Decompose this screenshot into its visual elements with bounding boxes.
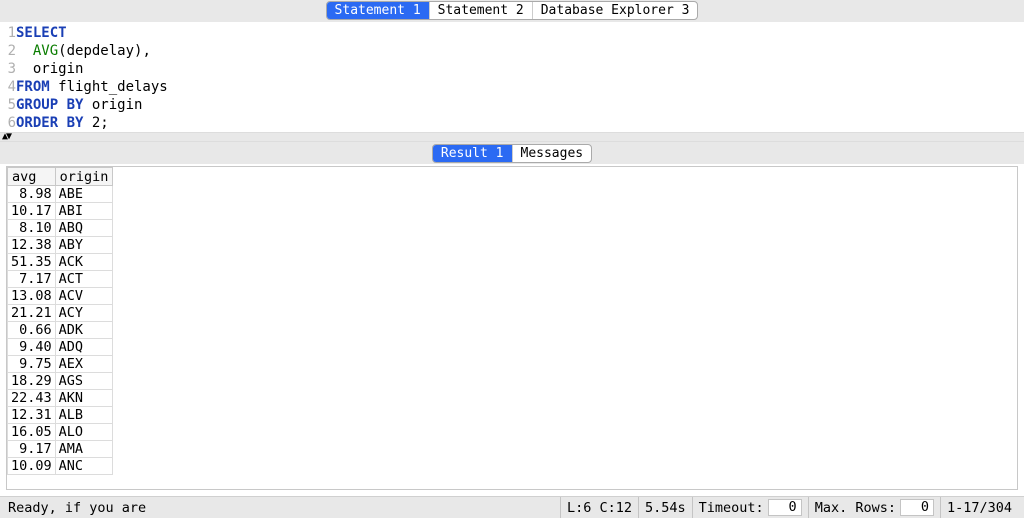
cell-avg: 8.10 bbox=[8, 220, 56, 237]
column-header[interactable]: avg bbox=[8, 168, 56, 186]
table-row[interactable]: 7.17ACT bbox=[8, 271, 113, 288]
cell-avg: 9.17 bbox=[8, 441, 56, 458]
code-text[interactable]: AVG(depdelay), bbox=[16, 42, 151, 60]
code-text[interactable]: origin bbox=[16, 60, 83, 78]
cell-origin: AGS bbox=[55, 373, 113, 390]
editor-tab[interactable]: Statement 2 bbox=[430, 2, 533, 19]
column-header[interactable]: origin bbox=[55, 168, 113, 186]
cell-origin: ACT bbox=[55, 271, 113, 288]
status-bar: Ready, if you are L:6 C:12 5.54s Timeout… bbox=[0, 496, 1024, 518]
table-row[interactable]: 22.43AKN bbox=[8, 390, 113, 407]
result-tab-group: Result 1Messages bbox=[432, 144, 592, 163]
table-row[interactable]: 18.29AGS bbox=[8, 373, 113, 390]
table-row[interactable]: 9.17AMA bbox=[8, 441, 113, 458]
status-row-range: 1-17/304 bbox=[940, 497, 1018, 518]
result-scroll-area[interactable]: avgorigin 8.98ABE10.17ABI8.10ABQ12.38ABY… bbox=[7, 167, 1017, 489]
cell-origin: ACK bbox=[55, 254, 113, 271]
result-pane: avgorigin 8.98ABE10.17ABI8.10ABQ12.38ABY… bbox=[6, 166, 1018, 490]
cell-avg: 10.17 bbox=[8, 203, 56, 220]
cell-origin: AKN bbox=[55, 390, 113, 407]
cell-origin: ABE bbox=[55, 186, 113, 203]
cell-origin: AEX bbox=[55, 356, 113, 373]
cell-avg: 9.40 bbox=[8, 339, 56, 356]
code-text[interactable]: ORDER BY 2; bbox=[16, 114, 109, 132]
table-row[interactable]: 12.31ALB bbox=[8, 407, 113, 424]
cell-avg: 21.21 bbox=[8, 305, 56, 322]
cell-avg: 22.43 bbox=[8, 390, 56, 407]
line-number: 4 bbox=[0, 78, 16, 96]
table-row[interactable]: 12.38ABY bbox=[8, 237, 113, 254]
cell-origin: AMA bbox=[55, 441, 113, 458]
sql-editor[interactable]: 1SELECT2 AVG(depdelay),3 origin4FROM fli… bbox=[0, 22, 1024, 132]
line-number: 6 bbox=[0, 114, 16, 132]
table-row[interactable]: 13.08ACV bbox=[8, 288, 113, 305]
status-max-rows-value[interactable]: 0 bbox=[900, 499, 934, 516]
status-exec-time: 5.54s bbox=[638, 497, 692, 518]
cell-origin: ABY bbox=[55, 237, 113, 254]
code-text[interactable]: FROM flight_delays bbox=[16, 78, 168, 96]
cell-origin: ALB bbox=[55, 407, 113, 424]
table-row[interactable]: 0.66ADK bbox=[8, 322, 113, 339]
status-timeout-label: Timeout: bbox=[699, 500, 764, 516]
code-line[interactable]: 6ORDER BY 2; bbox=[0, 114, 1024, 132]
cell-avg: 12.38 bbox=[8, 237, 56, 254]
line-number: 3 bbox=[0, 60, 16, 78]
table-row[interactable]: 8.10ABQ bbox=[8, 220, 113, 237]
table-row[interactable]: 10.17ABI bbox=[8, 203, 113, 220]
table-row[interactable]: 51.35ACK bbox=[8, 254, 113, 271]
line-number: 5 bbox=[0, 96, 16, 114]
code-line[interactable]: 2 AVG(depdelay), bbox=[0, 42, 1024, 60]
cell-origin: ABI bbox=[55, 203, 113, 220]
cell-avg: 10.09 bbox=[8, 458, 56, 475]
cell-avg: 0.66 bbox=[8, 322, 56, 339]
line-number: 2 bbox=[0, 42, 16, 60]
code-line[interactable]: 3 origin bbox=[0, 60, 1024, 78]
status-max-rows: Max. Rows: 0 bbox=[808, 497, 940, 518]
table-row[interactable]: 8.98ABE bbox=[8, 186, 113, 203]
table-row[interactable]: 9.40ADQ bbox=[8, 339, 113, 356]
cell-origin: ACY bbox=[55, 305, 113, 322]
status-cursor: L:6 C:12 bbox=[560, 497, 638, 518]
result-tab-bar: Result 1Messages bbox=[0, 142, 1024, 164]
status-message: Ready, if you are bbox=[6, 497, 152, 518]
code-line[interactable]: 5GROUP BY origin bbox=[0, 96, 1024, 114]
cell-avg: 51.35 bbox=[8, 254, 56, 271]
cell-origin: ANC bbox=[55, 458, 113, 475]
cell-origin: ALO bbox=[55, 424, 113, 441]
cell-origin: ADK bbox=[55, 322, 113, 339]
code-text[interactable]: SELECT bbox=[16, 24, 67, 42]
code-text[interactable]: GROUP BY origin bbox=[16, 96, 142, 114]
table-row[interactable]: 10.09ANC bbox=[8, 458, 113, 475]
status-timeout-value[interactable]: 0 bbox=[768, 499, 802, 516]
cell-avg: 9.75 bbox=[8, 356, 56, 373]
editor-tab-group: Statement 1Statement 2Database Explorer … bbox=[326, 1, 699, 20]
cell-avg: 16.05 bbox=[8, 424, 56, 441]
cell-avg: 7.17 bbox=[8, 271, 56, 288]
table-row[interactable]: 21.21ACY bbox=[8, 305, 113, 322]
editor-tab-bar: Statement 1Statement 2Database Explorer … bbox=[0, 0, 1024, 22]
table-row[interactable]: 16.05ALO bbox=[8, 424, 113, 441]
vertical-splitter[interactable]: ▲▼ bbox=[0, 132, 1024, 142]
cell-avg: 8.98 bbox=[8, 186, 56, 203]
cell-origin: ACV bbox=[55, 288, 113, 305]
result-tab[interactable]: Messages bbox=[513, 145, 592, 162]
code-line[interactable]: 4FROM flight_delays bbox=[0, 78, 1024, 96]
table-row[interactable]: 9.75AEX bbox=[8, 356, 113, 373]
status-timeout: Timeout: 0 bbox=[692, 497, 808, 518]
cell-avg: 12.31 bbox=[8, 407, 56, 424]
cell-origin: ADQ bbox=[55, 339, 113, 356]
splitter-grip-icon: ▲▼ bbox=[2, 131, 10, 142]
cell-origin: ABQ bbox=[55, 220, 113, 237]
cell-avg: 13.08 bbox=[8, 288, 56, 305]
result-tab[interactable]: Result 1 bbox=[433, 145, 513, 162]
result-table: avgorigin 8.98ABE10.17ABI8.10ABQ12.38ABY… bbox=[7, 167, 113, 475]
editor-tab[interactable]: Database Explorer 3 bbox=[533, 2, 698, 19]
editor-tab[interactable]: Statement 1 bbox=[327, 2, 430, 19]
code-line[interactable]: 1SELECT bbox=[0, 24, 1024, 42]
status-max-rows-label: Max. Rows: bbox=[815, 500, 896, 516]
line-number: 1 bbox=[0, 24, 16, 42]
cell-avg: 18.29 bbox=[8, 373, 56, 390]
